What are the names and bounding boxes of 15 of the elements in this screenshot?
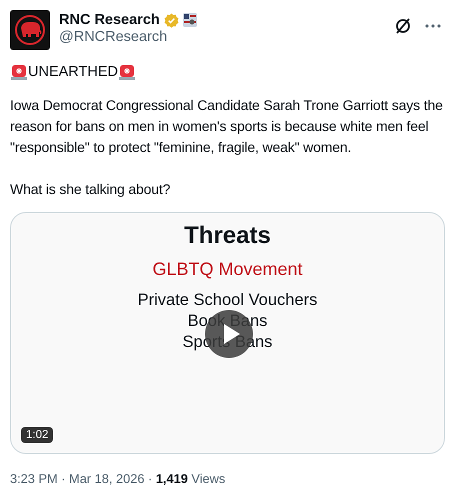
grok-icon[interactable] xyxy=(393,16,413,36)
slide-title: Threats xyxy=(184,222,271,250)
slide-subtitle: GLBTQ Movement xyxy=(152,259,303,280)
tweet-text: What is she talking about? xyxy=(10,180,172,199)
siren-icon xyxy=(10,63,28,81)
account-name[interactable]: RNC Research xyxy=(59,12,160,28)
slide-list-item: Private School Vouchers xyxy=(138,290,318,311)
video-duration: 1:02 xyxy=(21,427,54,443)
affiliate-flag-icon xyxy=(182,13,197,27)
tweet-text: Iowa Democrat Congressional Candidate Sarah Trone Garriott says the reason for bans on men in women's sports is because white men feel "responsible" to protect "feminine, fragile, weak" women. xyxy=(10,96,444,157)
account-handle[interactable]: @RNCResearch xyxy=(59,29,384,45)
elephant-logo-avatar[interactable] xyxy=(10,10,50,50)
headline-text: UNEARTHED xyxy=(28,64,118,80)
tweet-timestamp[interactable]: 3:23 PM · Mar 18, 2026 · 1,419 Views xyxy=(10,471,445,486)
siren-icon xyxy=(118,63,136,81)
